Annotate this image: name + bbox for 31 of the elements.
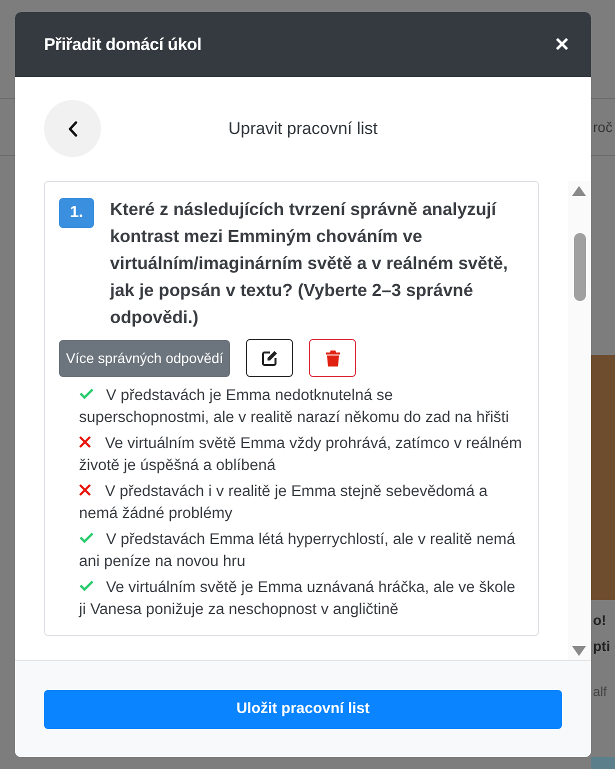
background-card-title: o! (593, 611, 606, 630)
section-title: Upravit pracovní list (228, 118, 378, 138)
answer-option: V představách i v realitě je Emma stejně sebevědomá a nemá žádné problémy (59, 481, 524, 525)
scrollbar-thumb[interactable] (574, 233, 586, 301)
scroll-down-icon[interactable] (572, 646, 586, 656)
check-icon (79, 388, 94, 399)
edit-icon (261, 350, 278, 366)
background-card-title: pti (593, 637, 610, 656)
background-text: roč (593, 118, 612, 137)
background-card-meta: alf (593, 683, 607, 701)
save-button[interactable]: Uložit pracovní list (44, 690, 562, 728)
close-button[interactable]: × (552, 32, 571, 56)
chevron-left-icon (68, 120, 78, 136)
answer-option: Ve virtuálním světě Emma vždy prohrává, zatímco v reálném životě je úspěšná a oblíbená (59, 433, 524, 477)
delete-button[interactable] (309, 339, 356, 377)
edit-button[interactable] (246, 339, 294, 377)
check-icon (79, 532, 94, 543)
modal-title: Přiřadit domácí úkol (44, 34, 202, 56)
answer-option: V představách Emma létá hyperrychlostí, ale v realitě nemá ani peníze na novou hru (59, 529, 524, 573)
check-icon (79, 580, 94, 591)
question-text: Které z následujících tvrzení správně analyzují kontrast mezi Emminým chováním ve virtuálním/imaginárním světě a v reálném světě, jak je popsán v textu? (Vyberte 2–3 správné odpovědi.) (110, 198, 509, 329)
cross-icon (79, 436, 91, 448)
answer-option: Ve virtuálním světě je Emma uznávaná hráčka, ale ve škole ji Vanesa ponižuje za neschopnost v angličtině (59, 577, 524, 621)
cartoon-image-placeholder (591, 757, 615, 769)
question-number: 1. (59, 198, 94, 228)
scroll-up-icon[interactable] (572, 186, 586, 196)
trash-icon (326, 350, 340, 366)
scrollbar[interactable] (568, 181, 590, 660)
question-type-label: Více správných odpovědí (59, 340, 230, 376)
cross-icon (79, 484, 91, 496)
answer-option: V představách je Emma nedotknutelná se superschopnostmi, ale v realitě narazí někomu do zad na hřišti (59, 385, 524, 429)
